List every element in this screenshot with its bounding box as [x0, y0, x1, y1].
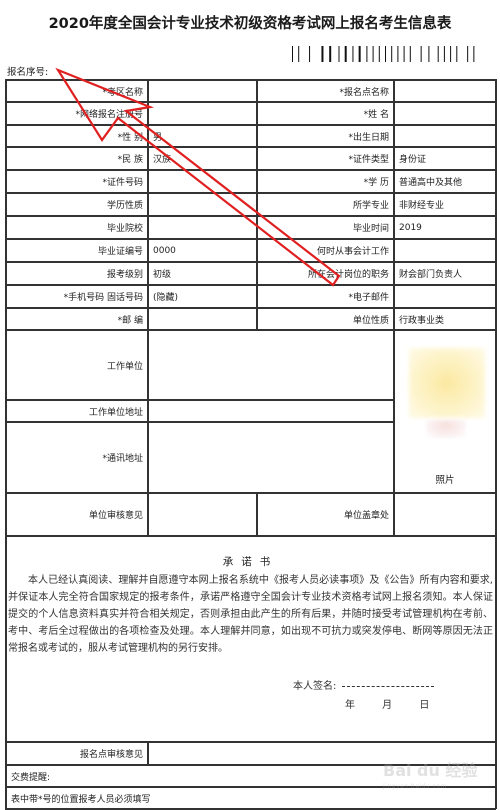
field-label: *证件类型	[348, 155, 389, 165]
barcode-bar	[403, 46, 405, 62]
field-value[interactable]	[395, 286, 495, 307]
field-value[interactable]: 初级	[149, 263, 256, 284]
field-label: *民 族	[117, 155, 143, 165]
field-label: *考区名称	[102, 87, 143, 98]
field-label: 毕业时间	[352, 224, 389, 234]
barcode-bar	[450, 46, 452, 62]
field-label: *电子邮件	[348, 293, 389, 303]
photo-shoulders	[426, 420, 466, 438]
field-value[interactable]: 财会部门负责人	[395, 263, 495, 284]
barcode-bar	[420, 46, 422, 62]
field-value[interactable]: 行政事业类	[395, 309, 495, 329]
barcode-bar	[397, 46, 399, 62]
field-value[interactable]	[149, 81, 256, 101]
barcode-bar	[372, 46, 374, 62]
barcode-bar	[329, 46, 332, 62]
barcode-bar	[309, 46, 311, 62]
work-unit-label: 工作单位	[106, 361, 143, 372]
barcode-bar	[321, 46, 324, 62]
work-address-label: 工作单位地址	[88, 407, 143, 418]
field-label: 何时从事会计工作	[316, 247, 389, 257]
field-label: 所在会计岗位的职务	[307, 270, 389, 280]
field-value[interactable]	[395, 126, 495, 146]
work-unit-field[interactable]	[149, 331, 393, 399]
site-review-label: 报名点审核意见	[79, 750, 143, 760]
field-label: 单位性质	[352, 315, 389, 326]
pledge-title: 承诺书	[222, 556, 279, 568]
mail-address-label: *通讯地址	[102, 454, 143, 464]
field-value[interactable]: 非财经专业	[395, 194, 495, 215]
field-label: *邮 编	[117, 315, 143, 326]
barcode-bar	[467, 46, 469, 62]
unit-review-label: 单位审核意见	[88, 511, 143, 521]
barcode-icon	[292, 46, 475, 62]
mail-address-field[interactable]	[149, 423, 393, 492]
barcode-bar	[437, 46, 439, 62]
barcode-bar	[298, 46, 300, 62]
barcode-bar	[344, 46, 347, 62]
field-value[interactable]	[149, 103, 256, 124]
document-title: 2020年度全国会计专业技术初级资格考试网上报名考生信息表	[48, 16, 452, 32]
field-label: *出生日期	[348, 132, 389, 143]
field-label: *报名点名称	[339, 87, 389, 98]
field-label: *网络报名注册号	[75, 110, 143, 120]
signature-label: 本人签名:	[293, 681, 337, 692]
barcode-bar	[409, 46, 411, 62]
pledge-body: 本人已经认真阅读、理解并自愿遵守本网上报名系统中《报考人员必读事项》及《公告》所…	[8, 575, 493, 654]
barcode-bar	[358, 46, 361, 62]
barcode-bar	[391, 46, 393, 62]
work-address-field[interactable]	[149, 401, 393, 421]
watermark-url: jingyan.baidu.com	[383, 783, 447, 790]
signature-blank[interactable]	[342, 685, 435, 687]
field-label: 所学专业	[352, 201, 389, 211]
field-label: 毕业院校	[106, 224, 143, 234]
field-value[interactable]: 0000	[149, 240, 256, 261]
field-value[interactable]	[395, 103, 495, 124]
field-label: 毕业证编号	[97, 247, 143, 257]
barcode-bar	[473, 46, 475, 62]
serial-number-label: 报名序号:	[7, 67, 49, 78]
field-label: *性 别	[117, 132, 143, 143]
barcode-bar	[366, 46, 368, 62]
field-value[interactable]: 2019	[395, 217, 495, 238]
barcode-bar	[352, 46, 354, 62]
unit-seal-field	[395, 494, 495, 535]
barcode-bar	[378, 46, 380, 62]
field-value[interactable]	[149, 217, 256, 238]
field-value[interactable]	[395, 81, 495, 101]
info-form-table: *考区名称 *报名点名称 *网络报名注册号 *姓 名 *性 别男 *出生日期 *民 族汉族 *…	[5, 79, 497, 810]
barcode-bar	[428, 46, 430, 62]
barcode-bar	[385, 46, 386, 62]
field-label: *学 历	[363, 178, 389, 188]
signature-line[interactable]: 本人签名:	[293, 677, 435, 692]
barcode-bar	[338, 46, 340, 62]
barcode-bar	[292, 46, 293, 62]
field-value[interactable]	[149, 171, 256, 192]
field-label: *手机号码 固话号码	[63, 293, 143, 303]
barcode-bar	[456, 46, 458, 62]
field-value[interactable]: 身份证	[395, 148, 495, 169]
field-value[interactable]	[395, 240, 495, 261]
barcode-bar	[443, 46, 445, 62]
field-label: *姓 名	[363, 110, 389, 120]
field-value[interactable]	[149, 194, 256, 215]
field-label: 报考级别	[106, 270, 143, 280]
field-label: 学历性质	[106, 201, 143, 211]
signature-date: 年 月 日	[345, 700, 430, 711]
field-value[interactable]: 男	[149, 126, 256, 146]
field-value[interactable]: 普通高中及其他	[395, 171, 495, 192]
baidu-watermark: Bai du 经验 jingyan.baidu.com	[383, 757, 483, 803]
photo-label: 照片	[435, 475, 455, 486]
photo-image	[409, 348, 485, 418]
unit-seal-label: 单位盖章处	[343, 511, 389, 521]
watermark-brand: Bai du 经验	[383, 761, 478, 780]
field-value[interactable]: (隐藏)	[149, 286, 256, 307]
field-value[interactable]: 汉族	[149, 148, 256, 169]
field-label: *证件号码	[102, 178, 143, 188]
unit-review-field[interactable]	[149, 494, 256, 535]
field-value[interactable]	[149, 309, 256, 329]
